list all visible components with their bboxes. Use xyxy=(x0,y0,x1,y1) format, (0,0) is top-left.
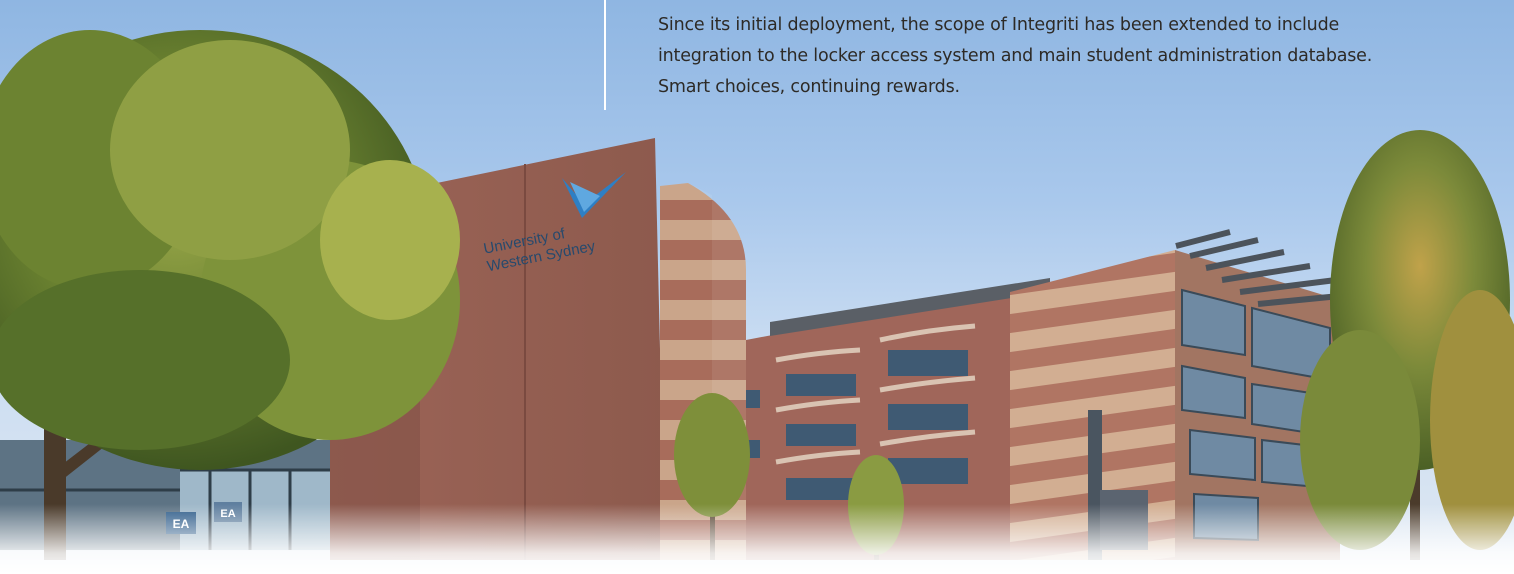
caption-text-block: Since its initial deployment, the scope … xyxy=(658,10,1478,103)
caption-line: integration to the locker access system … xyxy=(658,46,1373,66)
caption-line: Smart choices, continuing rewards. xyxy=(658,77,960,97)
campus-photo-panel: University of Western Sydney Since its i… xyxy=(0,0,1514,574)
vertical-divider xyxy=(604,0,606,110)
tree-right xyxy=(1300,130,1514,560)
bottom-fade xyxy=(0,504,1514,574)
caption-line: Since its initial deployment, the scope … xyxy=(658,15,1340,35)
